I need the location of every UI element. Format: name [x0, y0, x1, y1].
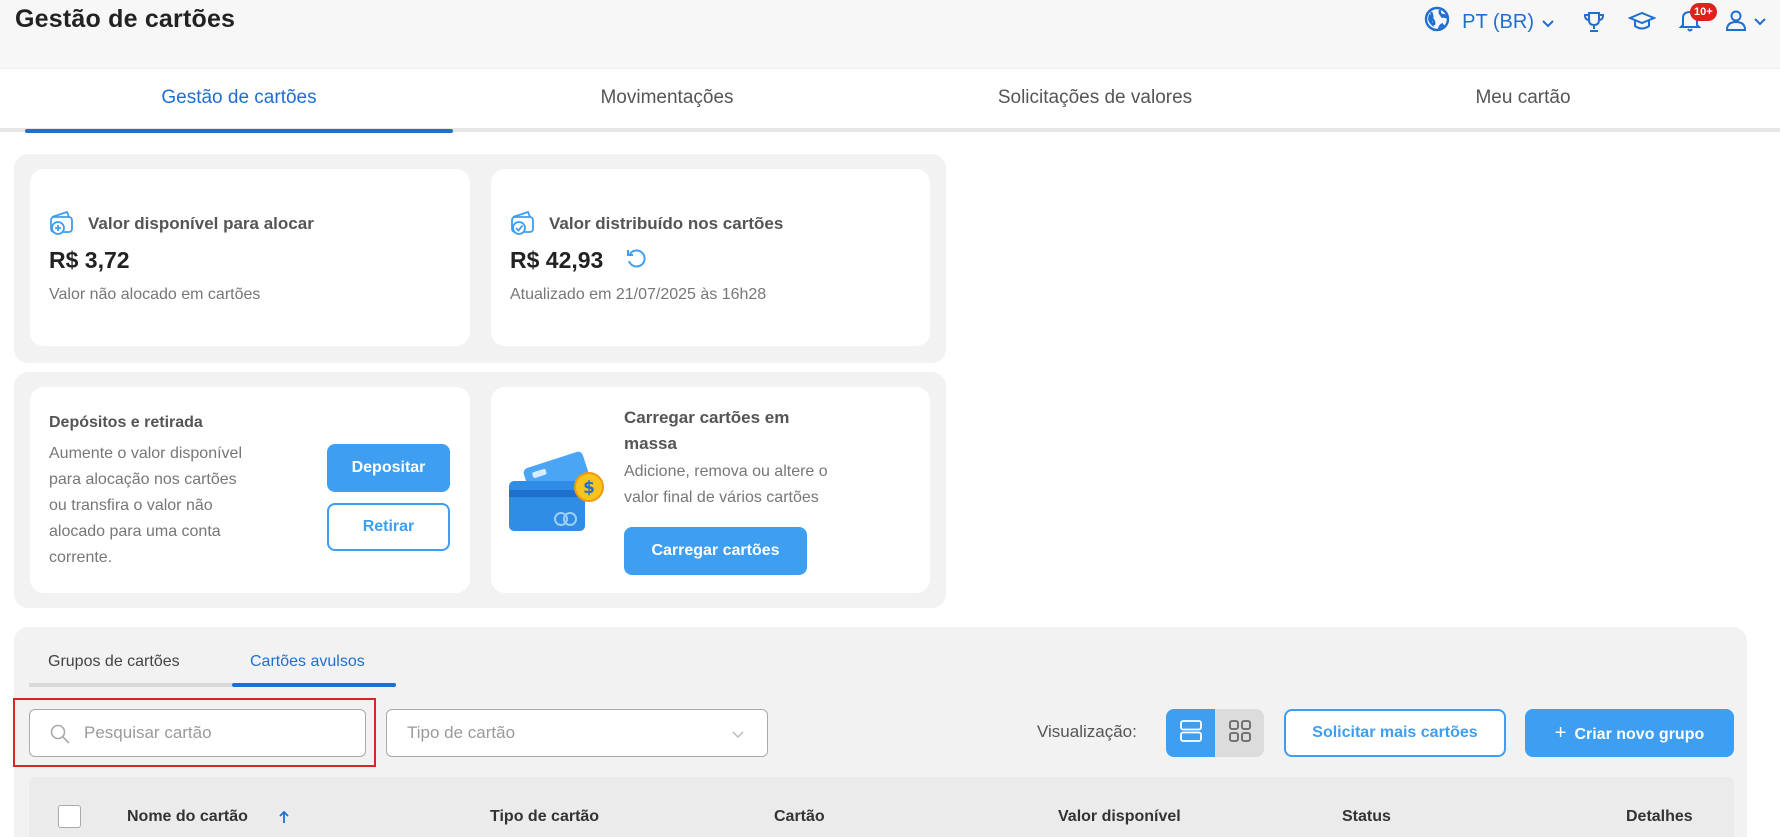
distributed-amount: R$ 42,93 [510, 247, 604, 273]
deposit-button[interactable]: Depositar [327, 444, 450, 492]
list-view-icon [1179, 719, 1203, 748]
available-card: Valor disponível para alocar R$ 3,72 Val… [30, 169, 470, 346]
description-line: Aumente o valor disponível [49, 445, 242, 462]
chevron-down-icon [1542, 11, 1554, 34]
deposits-card: Depósitos e retirada Aumente o valor dis… [30, 387, 470, 593]
description-line: alocado para uma conta [49, 523, 221, 540]
list-view-toggle[interactable] [1166, 709, 1215, 757]
distributed-card: Valor distribuído nos cartões R$ 42,93 A… [491, 169, 930, 346]
bulk-load-button[interactable]: Carregar cartões [624, 527, 807, 575]
bulk-title-line: Carregar cartões em [624, 408, 790, 427]
actions-panel: Depósitos e retirada Aumente o valor dis… [14, 372, 946, 608]
chevron-down-icon [1754, 13, 1766, 31]
tab-transactions[interactable]: Movimentações [453, 69, 881, 129]
page-title: Gestão de cartões [15, 5, 236, 33]
available-note: Valor não alocado em cartões [49, 286, 261, 303]
wallet-check-icon [510, 209, 536, 242]
chevron-down-icon [731, 724, 745, 744]
notification-bell[interactable]: 10+ [1678, 2, 1717, 38]
column-card-name[interactable]: Nome do cartão [127, 808, 248, 826]
wallet-plus-icon [49, 209, 75, 242]
grid-view-toggle[interactable] [1215, 709, 1264, 757]
column-details: Detalhes [1626, 808, 1693, 825]
sort-arrow-up-icon[interactable] [278, 810, 290, 829]
summary-panel: Valor disponível para alocar R$ 3,72 Val… [14, 154, 946, 363]
column-available-value: Valor disponível [1058, 808, 1181, 825]
bulk-description: Adicione, remova ou altere o valor final… [624, 459, 828, 511]
globe-icon [1424, 6, 1450, 38]
card-type-select[interactable]: Tipo de cartão [386, 709, 768, 757]
description-line: Adicione, remova ou altere o [624, 463, 828, 480]
user-menu[interactable] [1724, 8, 1766, 37]
svg-text:$: $ [583, 478, 595, 498]
description-line: para alocação nos cartões [49, 471, 237, 488]
active-subtab-indicator [232, 683, 396, 687]
withdraw-button[interactable]: Retirar [327, 503, 450, 551]
view-label: Visualização: [1037, 722, 1137, 741]
create-group-label: Criar novo grupo [1574, 726, 1705, 743]
deposits-description: Aumente o valor disponível para alocação… [49, 441, 279, 571]
language-label: PT (BR) [1462, 10, 1534, 33]
trophy-icon[interactable] [1582, 10, 1606, 34]
top-header: Gestão de cartões PT (BR) 10+ [0, 0, 1780, 68]
bulk-title-line: massa [624, 434, 677, 453]
active-tab-indicator [25, 129, 453, 133]
tab-card-management[interactable]: Gestão de cartões [25, 69, 453, 129]
graduation-cap-icon[interactable] [1628, 10, 1656, 34]
distributed-title: Valor distribuído nos cartões [549, 214, 784, 233]
subtab-single-cards[interactable]: Cartões avulsos [250, 653, 365, 671]
select-all-checkbox[interactable] [58, 805, 81, 828]
bulk-load-card: $ Carregar cartões em massa Adicione, re… [491, 387, 930, 593]
table-header: Nome do cartão Tipo de cartão Cartão Val… [29, 777, 1734, 837]
available-amount: R$ 3,72 [49, 247, 130, 273]
refresh-icon[interactable] [625, 248, 647, 275]
tab-my-card[interactable]: Meu cartão [1309, 69, 1737, 129]
available-title: Valor disponível para alocar [88, 214, 314, 233]
grid-view-icon [1228, 719, 1252, 748]
header-actions: PT (BR) 10+ [1424, 2, 1780, 38]
main-tabs: Gestão de cartões Movimentações Solicita… [0, 68, 1780, 133]
bulk-title: Carregar cartões em massa [624, 405, 789, 457]
request-more-cards-button[interactable]: Solicitar mais cartões [1284, 709, 1506, 757]
language-selector[interactable]: PT (BR) [1424, 6, 1554, 38]
distributed-note: Atualizado em 21/07/2025 às 16h28 [510, 286, 767, 303]
description-line: ou transfira o valor não [49, 497, 213, 514]
tab-value-requests[interactable]: Solicitações de valores [881, 69, 1309, 129]
user-icon [1724, 8, 1748, 37]
credit-cards-illustration: $ [509, 449, 607, 540]
subtab-track [29, 683, 232, 687]
column-card-type: Tipo de cartão [490, 808, 600, 825]
column-card: Cartão [774, 808, 825, 825]
search-highlight-box [13, 698, 376, 767]
deposits-title: Depósitos e retirada [49, 414, 203, 431]
subtab-card-groups[interactable]: Grupos de cartões [48, 653, 180, 671]
plus-icon: + [1554, 722, 1567, 744]
description-line: corrente. [49, 549, 113, 566]
create-group-button[interactable]: + Criar novo grupo [1525, 709, 1734, 757]
description-line: valor final de vários cartões [624, 489, 819, 506]
notification-badge: 10+ [1690, 2, 1717, 21]
card-type-placeholder: Tipo de cartão [407, 723, 516, 742]
column-status: Status [1342, 808, 1391, 825]
